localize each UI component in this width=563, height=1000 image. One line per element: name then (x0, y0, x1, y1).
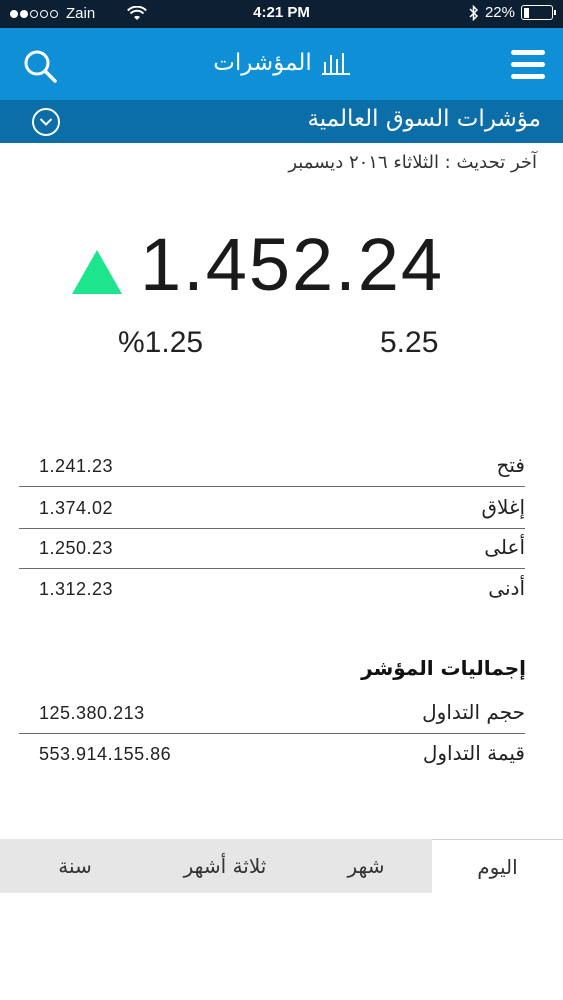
tab-day[interactable]: اليوم (432, 839, 563, 893)
status-bar: Zain 4:21 PM 22% (0, 0, 563, 28)
totals-heading: إجماليات المؤشر (361, 656, 526, 680)
stat-row-high: أعلى 1.250.23 (19, 529, 525, 569)
section-bar: مؤشرات السوق العالمية (0, 100, 563, 143)
tab-label: ثلاثة أشهر (183, 854, 267, 878)
battery-icon (521, 5, 556, 20)
total-row-value: قيمة التداول 553.914.155.86 (19, 735, 525, 775)
tab-month[interactable]: شهر (300, 839, 432, 893)
total-label: حجم التداول (422, 700, 525, 724)
total-value: 125.380.213 (39, 703, 145, 723)
battery-percent: 22% (484, 4, 515, 21)
index-value: 1.452.24 (140, 223, 445, 306)
change-percent: %1.25 (118, 326, 204, 359)
section-title: مؤشرات السوق العالمية (307, 106, 541, 132)
stat-label: إغلاق (481, 495, 525, 519)
last-updated: آخر تحديث : الثلاثاء ٢٠١٦ ديسمبر (288, 152, 537, 173)
stat-value: 1.374.02 (39, 498, 114, 518)
total-label: قيمة التداول (422, 741, 525, 765)
tab-three-months[interactable]: ثلاثة أشهر (150, 839, 300, 893)
total-row-volume: حجم التداول 125.380.213 (19, 694, 525, 734)
tab-label: شهر (347, 854, 385, 878)
stat-value: 1.250.23 (39, 538, 114, 558)
stat-row-close: إغلاق 1.374.02 (19, 489, 525, 529)
chevron-down-icon (39, 118, 53, 126)
stat-value: 1.241.23 (39, 456, 114, 476)
battery-level (523, 7, 530, 18)
status-right: 22% (469, 4, 556, 21)
period-tabs: اليوم شهر ثلاثة أشهر سنة (0, 839, 563, 893)
hamburger-menu-icon (511, 50, 545, 55)
page-title: المؤشرات (213, 50, 312, 76)
stat-label: أدنى (488, 576, 525, 600)
total-value: 553.914.155.86 (39, 744, 172, 764)
stat-row-open: فتح 1.241.23 (19, 447, 525, 487)
stat-label: أعلى (484, 535, 525, 559)
bluetooth-icon (469, 4, 479, 21)
tab-label: اليوم (477, 854, 518, 879)
stat-value: 1.312.23 (39, 579, 114, 599)
menu-button[interactable] (511, 50, 545, 80)
app-header: المؤشرات (0, 28, 563, 100)
bar-chart-icon (321, 53, 350, 75)
trend-up-icon (72, 250, 122, 294)
tab-year[interactable]: سنة (0, 839, 150, 893)
tab-label: سنة (58, 854, 92, 878)
market-dropdown-button[interactable] (32, 108, 60, 136)
stat-label: فتح (496, 453, 525, 477)
change-value: 5.25 (380, 326, 439, 359)
stat-row-low: أدنى 1.312.23 (19, 570, 525, 610)
header-title-group: المؤشرات (0, 50, 563, 76)
